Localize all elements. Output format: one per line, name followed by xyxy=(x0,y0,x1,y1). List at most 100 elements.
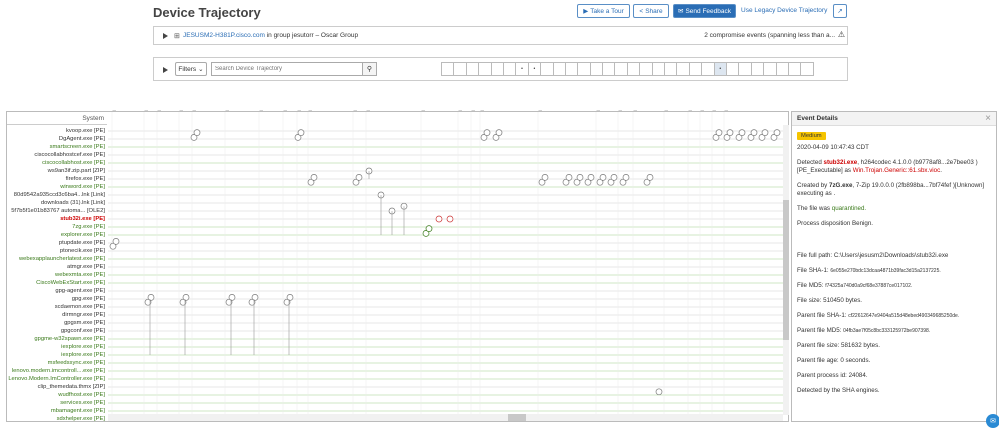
process-label[interactable]: webexapplauncherlatest.exe [PE] xyxy=(7,255,107,263)
expand-button[interactable]: ↗ xyxy=(833,4,847,18)
event-type-filter-cell[interactable] xyxy=(577,62,591,76)
event-marker[interactable] xyxy=(622,174,630,181)
event-type-filter-cell[interactable]: • xyxy=(527,62,542,76)
trajectory-canvas[interactable] xyxy=(108,112,783,414)
parent-sha1-value[interactable]: cf22612647e9404a515d48ebed490349685250de… xyxy=(848,313,959,319)
expand-triangle-icon[interactable] xyxy=(163,33,168,39)
event-marker[interactable] xyxy=(435,215,443,223)
event-type-filter-cell[interactable] xyxy=(478,62,492,76)
process-label[interactable]: atmgr.exe [PE] xyxy=(7,263,107,271)
event-marker[interactable] xyxy=(228,294,236,301)
event-marker[interactable] xyxy=(773,129,781,136)
process-label[interactable]: 80d9542a935ccd3c6ba4...lnk [Link] xyxy=(7,191,107,199)
event-marker[interactable] xyxy=(112,238,120,245)
sha1-value[interactable]: 6e055e270bdc13dcaa4871b39fac3d15a2137225… xyxy=(830,268,940,274)
event-type-filter-cell[interactable] xyxy=(664,62,678,76)
vertical-scroll-thumb[interactable] xyxy=(783,200,789,340)
event-marker[interactable] xyxy=(715,129,723,136)
process-label[interactable]: lenovo.modern.imcontroll....exe [PE] xyxy=(7,367,107,375)
event-marker[interactable] xyxy=(182,294,190,301)
event-type-filter-cell[interactable] xyxy=(502,62,517,76)
event-marker[interactable] xyxy=(599,174,607,181)
process-label[interactable]: sdxhelper.exe [PE] xyxy=(7,415,107,423)
search-button[interactable]: ⚲ xyxy=(362,62,377,76)
event-type-filter-cell[interactable] xyxy=(552,62,566,76)
process-label[interactable]: gpgsm.exe [PE] xyxy=(7,319,107,327)
event-type-filter-cell[interactable] xyxy=(564,62,579,76)
vertical-scrollbar[interactable] xyxy=(783,125,789,415)
process-label[interactable]: downloads (31).lnk [Link] xyxy=(7,199,107,207)
event-type-filter-cell[interactable] xyxy=(800,62,814,76)
event-type-filter-cell[interactable] xyxy=(688,62,703,76)
event-type-filter-cell[interactable] xyxy=(787,62,802,76)
process-label[interactable]: gpg-agent.exe [PE] xyxy=(7,287,107,295)
process-label[interactable]: firefox.exe [PE] xyxy=(7,175,107,183)
process-label[interactable]: explorer.exe [PE] xyxy=(7,231,107,239)
threat-name[interactable]: Win.Trojan.Generic::61.sbx.vioc xyxy=(853,167,940,174)
event-type-filter-cell[interactable] xyxy=(614,62,628,76)
process-label[interactable]: gpg.exe [PE] xyxy=(7,295,107,303)
process-label[interactable]: DgAgent.exe [PE] xyxy=(7,135,107,143)
event-type-filter-cell[interactable] xyxy=(626,62,641,76)
collapse-triangle-icon[interactable] xyxy=(163,67,168,73)
event-type-filter-cell[interactable] xyxy=(676,62,690,76)
process-label[interactable]: services.exe [PE] xyxy=(7,399,107,407)
process-label[interactable]: CiscoWebExStart.exe [PE] xyxy=(7,279,107,287)
event-marker[interactable] xyxy=(738,129,746,136)
event-type-filter-cell[interactable] xyxy=(441,62,455,76)
process-label[interactable]: wudfhost.exe [PE] xyxy=(7,391,107,399)
process-label[interactable]: clip_themedata.thmx [ZIP] xyxy=(7,383,107,391)
event-marker[interactable] xyxy=(541,174,549,181)
event-type-filter-cell[interactable] xyxy=(701,62,715,76)
event-marker[interactable] xyxy=(655,388,663,396)
horizontal-scrollbar[interactable] xyxy=(108,414,783,421)
process-label[interactable]: mbamagent.exe [PE] xyxy=(7,407,107,415)
event-marker[interactable] xyxy=(750,129,758,136)
process-label[interactable]: iexplore.exe [PE] xyxy=(7,343,107,351)
event-marker[interactable] xyxy=(495,129,503,136)
process-label[interactable]: 7zg.exe [PE] xyxy=(7,223,107,231)
horizontal-scroll-thumb[interactable] xyxy=(508,414,526,421)
process-label[interactable]: gpgconf.exe [PE] xyxy=(7,327,107,335)
event-type-filter-cell[interactable] xyxy=(465,62,480,76)
chat-icon[interactable]: ✉ xyxy=(986,414,999,428)
send-feedback-button[interactable]: ✉ Send Feedback xyxy=(673,4,736,18)
creator-file[interactable]: 7zG.exe xyxy=(829,182,852,189)
event-type-filter-cell[interactable] xyxy=(639,62,653,76)
parent-md5-value[interactable]: 04fb3ae7f05c8bc333125972be907398. xyxy=(843,328,930,334)
search-input[interactable] xyxy=(211,62,363,76)
process-label[interactable]: msfeedssync.exe [PE] xyxy=(7,359,107,367)
event-marker[interactable] xyxy=(576,174,584,181)
event-marker[interactable] xyxy=(646,174,654,181)
event-type-filter-cell[interactable] xyxy=(763,62,777,76)
event-type-filter-cell[interactable] xyxy=(725,62,740,76)
event-marker[interactable] xyxy=(446,215,454,223)
process-label[interactable]: kvoop.exe [PE] xyxy=(7,127,107,135)
event-type-filter-cell[interactable]: • xyxy=(713,62,727,76)
event-type-filter-cell[interactable] xyxy=(738,62,752,76)
event-type-filter-cell[interactable]: • xyxy=(515,62,529,76)
filters-dropdown[interactable]: Filters ⌄ xyxy=(175,62,207,76)
process-label[interactable]: winword.exe [PE] xyxy=(7,183,107,191)
computer-host[interactable]: JESUSM2-H381P.cisco.com xyxy=(183,32,265,39)
process-label[interactable]: ws9an3if.zip.part [ZIP] xyxy=(7,167,107,175)
event-marker[interactable] xyxy=(310,174,318,181)
process-label[interactable]: webexmta.exe [PE] xyxy=(7,271,107,279)
event-marker[interactable] xyxy=(726,129,734,136)
event-marker[interactable] xyxy=(761,129,769,136)
event-type-filter-cell[interactable] xyxy=(453,62,467,76)
process-label[interactable]: ciscocollabhostcef.exe [PE] xyxy=(7,151,107,159)
event-marker[interactable] xyxy=(286,294,294,301)
event-marker[interactable] xyxy=(610,174,618,181)
process-label[interactable]: Lenovo.Modern.ImController.exe [PE] xyxy=(7,375,107,383)
event-type-filter-cell[interactable] xyxy=(750,62,765,76)
take-tour-button[interactable]: ▶ Take a Tour xyxy=(577,4,630,18)
event-type-filter-cell[interactable] xyxy=(602,62,616,76)
event-type-filter-cell[interactable] xyxy=(589,62,604,76)
event-marker[interactable] xyxy=(483,129,491,136)
md5-value[interactable]: f74325a740d0a9cf68e37887ce017102. xyxy=(825,283,912,289)
computer-name[interactable]: JESUSM2-H381P.cisco.com in group jesutor… xyxy=(183,32,358,39)
legacy-trajectory-link[interactable]: Use Legacy Device Trajectory xyxy=(741,7,827,14)
event-type-filter-cell[interactable] xyxy=(540,62,554,76)
process-label[interactable]: stub32i.exe [PE] xyxy=(7,215,107,223)
